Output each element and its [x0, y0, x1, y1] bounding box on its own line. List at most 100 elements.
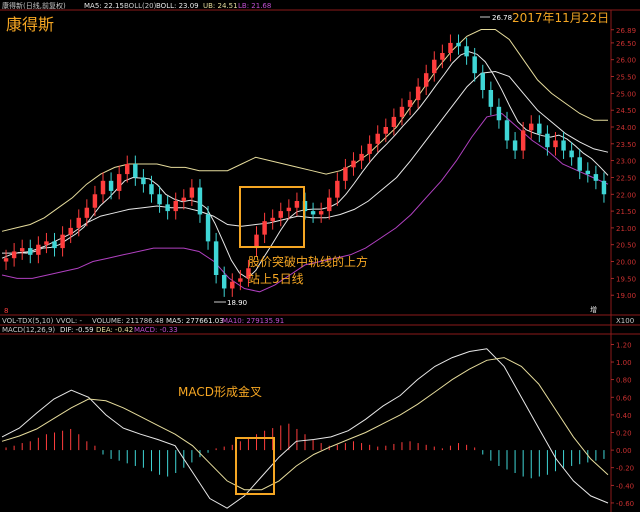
vol-x100: X100 [616, 317, 634, 325]
candle-body [335, 180, 340, 198]
price-tick-label: 19.50 [616, 275, 636, 283]
candle-body [68, 227, 73, 235]
price-tick-label: 20.00 [616, 259, 636, 267]
candle-body [197, 187, 203, 215]
candle-body [472, 56, 477, 74]
macd-lines [1, 348, 609, 509]
candle-body [601, 180, 607, 195]
candle-body [520, 130, 526, 151]
candle-body [165, 204, 170, 212]
candle-body [189, 187, 195, 198]
annotation-price-line2: 站上5日线 [248, 272, 304, 286]
price-tick-label: 19.00 [616, 292, 636, 300]
candle-body [391, 116, 397, 127]
candle-body [149, 184, 154, 195]
candle-body [108, 180, 114, 191]
candle-body [359, 153, 364, 161]
macd-tick-label: 0.60 [616, 394, 632, 402]
candle-body [84, 207, 90, 218]
date-label: 2017年11月22日 [512, 11, 609, 25]
macd-histogram [5, 423, 605, 479]
candle-body [545, 133, 550, 148]
price-tick-label: 23.00 [616, 158, 636, 166]
candle-body [504, 120, 510, 141]
macd-tick-label: 1.20 [616, 341, 632, 349]
price-tick-label: 26.00 [616, 57, 636, 65]
chart-root: 26.89 26.50 26.00 25.50 25.00 24.50 24.00 23.50… [0, 0, 640, 512]
candle-body [294, 201, 300, 208]
candle-body [480, 73, 485, 90]
annotation-macd: MACD形成金叉 [178, 384, 262, 399]
candle-body [569, 150, 574, 158]
dif-line [1, 348, 609, 509]
candle-body [141, 177, 146, 185]
macd-tick-label: 1.00 [616, 359, 632, 367]
candle-body [116, 174, 122, 191]
candle-body [383, 127, 389, 134]
macd-tick-label: 0.20 [616, 429, 632, 437]
price-tick-label: 21.00 [616, 225, 636, 233]
candle-body [60, 234, 65, 249]
candle-body [399, 106, 405, 117]
vol-volume: VOLUME: 211786.48 [92, 317, 164, 325]
price-tick-label: 22.00 [616, 191, 636, 199]
macd-tick-label: -0.40 [616, 482, 634, 490]
candle-body [456, 42, 461, 47]
macd-tick-label: -0.60 [616, 500, 634, 508]
high-price-label: 26.78 [492, 14, 512, 22]
candle-body [432, 59, 437, 74]
macd-dea: DEA: -0.42 [96, 326, 133, 334]
candle-body [577, 157, 582, 171]
price-y-axis: 26.89 26.50 26.00 25.50 25.00 24.50 24.00 23.50… [611, 27, 636, 300]
price-tick-label: 26.89 [616, 27, 636, 35]
candle-body [488, 90, 494, 107]
price-tick-label: 24.00 [616, 124, 636, 132]
macd-dif: DIF: -0.59 [60, 326, 94, 334]
macd-name: MACD(12,26,9) [2, 326, 55, 334]
marker-left: 8 [4, 307, 8, 315]
candle-body [585, 170, 591, 175]
macd-tick-label: 0.40 [616, 412, 632, 420]
candle-body [423, 73, 429, 87]
candle-body [76, 217, 81, 228]
macd-tick-label: 0.00 [616, 447, 632, 455]
boll-lines [1, 29, 609, 293]
candle-body [44, 241, 49, 245]
candle-body [157, 194, 162, 205]
candle-body [125, 164, 130, 175]
candle-body [593, 174, 599, 181]
candle-body [537, 123, 542, 134]
vol-name: VOL-TDX(5,10) [2, 317, 54, 325]
chart-canvas: 26.89 26.50 26.00 25.50 25.00 24.50 24.00 23.50… [0, 1, 640, 512]
candle-body [181, 197, 187, 201]
candle-body [496, 106, 502, 121]
candle-body [133, 164, 138, 178]
candle-body [11, 251, 17, 259]
candle-body [173, 201, 178, 212]
dea-line [1, 357, 609, 491]
stock-title: 康得斯 [6, 15, 54, 34]
ma5-label: MA5: 22.15 [84, 2, 124, 10]
candle-body [278, 211, 283, 218]
price-tick-label: 23.50 [616, 141, 636, 149]
low-price-label: 18.90 [227, 299, 247, 307]
candle-body [529, 123, 534, 131]
vol-vvol: VVOL: - [56, 317, 82, 325]
candle-body [440, 53, 445, 60]
candle-body [415, 86, 421, 101]
macd-tick-label: 0.80 [616, 377, 632, 385]
annotation-price-line1: 股价突破中轨线的上方 [248, 254, 368, 269]
candle-body [92, 194, 98, 208]
candle-body [327, 197, 332, 212]
candle-body [286, 207, 292, 212]
candle-body [28, 248, 33, 255]
vol-ma10: MA10: 279135.91 [222, 317, 284, 325]
candle-body [448, 42, 453, 53]
candle-body [407, 100, 413, 107]
lb-value: LB: 21.68 [238, 2, 271, 10]
boll-value: BOLL: 23.09 [156, 2, 199, 10]
price-tick-label: 26.50 [616, 40, 636, 48]
candle-body [343, 167, 348, 181]
candle-body [512, 140, 518, 151]
candle-body [553, 140, 558, 148]
